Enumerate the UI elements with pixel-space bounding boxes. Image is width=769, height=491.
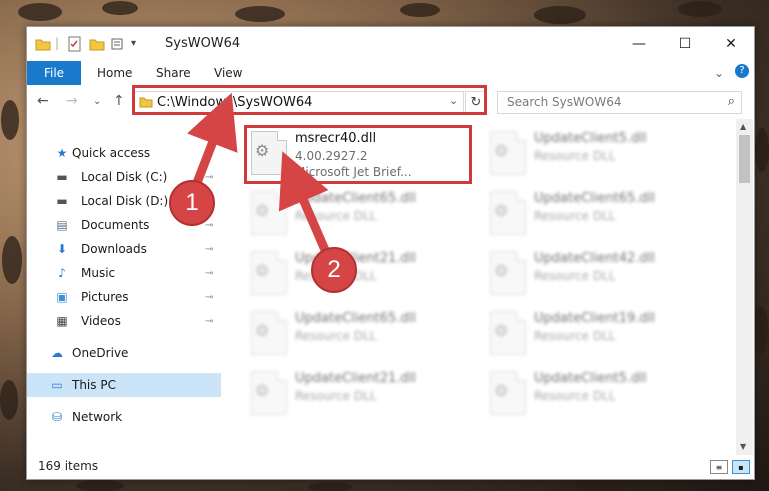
annotation-arrows [187, 92, 330, 252]
step-2-badge: 2 [311, 247, 357, 293]
step-1-badge: 1 [169, 180, 215, 226]
arrow-to-file [278, 151, 330, 252]
arrow-to-address-bar [187, 92, 238, 190]
